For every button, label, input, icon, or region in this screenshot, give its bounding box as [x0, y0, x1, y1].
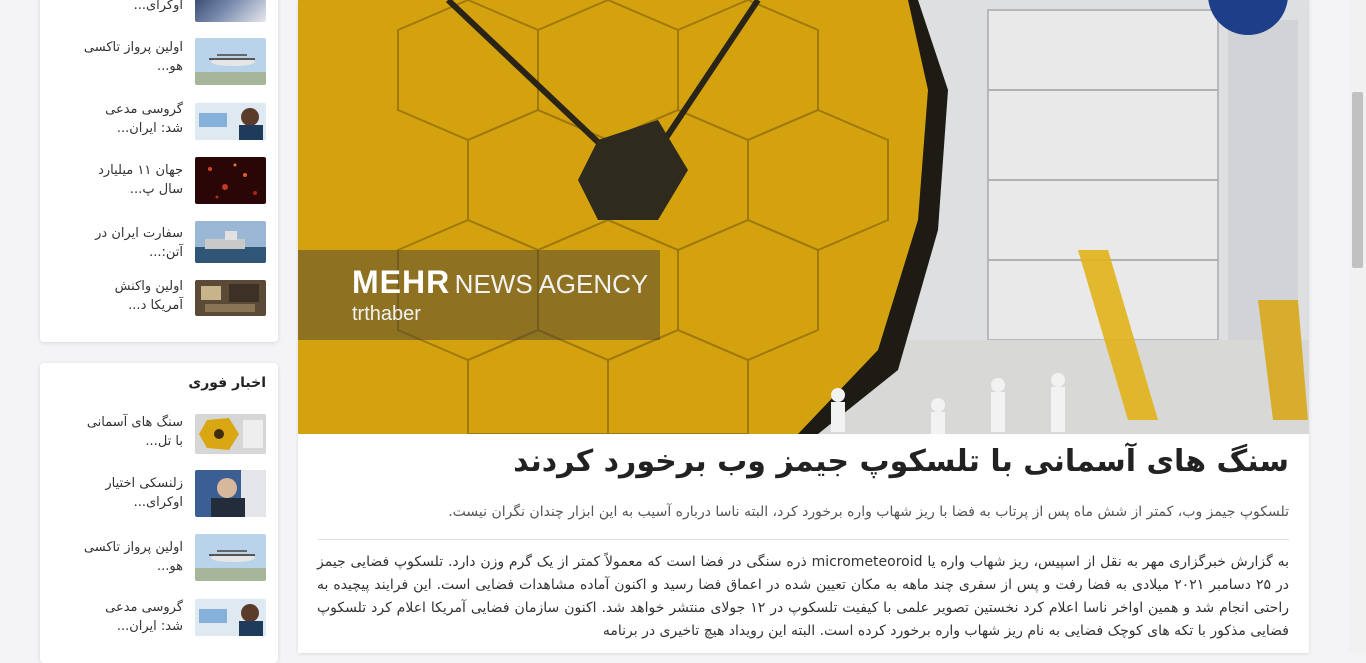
thumbnail-image[interactable] [195, 38, 266, 85]
scrollbar-thumb[interactable] [1352, 92, 1363, 268]
thumbnail-image[interactable] [195, 157, 266, 204]
page-scrollbar[interactable] [1349, 0, 1366, 653]
thumbnail-image[interactable] [195, 470, 266, 517]
list-item-title[interactable]: اوکرای... [83, 0, 183, 15]
list-item-title[interactable]: اولین واکنش آمریکا د... [83, 277, 183, 315]
thumbnail-image[interactable] [195, 534, 266, 581]
list-item-title[interactable]: سفارت ایران در آتن:... [83, 224, 183, 262]
thumbnail-image[interactable] [195, 414, 266, 454]
list-item[interactable]: جهان ۱۱ میلیارد سال پ... [40, 157, 278, 207]
list-item-title[interactable]: گروسی مدعی شد: ایران... [83, 598, 183, 636]
article-hero-image: MEHR NEWS AGENCY trthaber [298, 0, 1309, 434]
thumbnail-image[interactable] [195, 221, 266, 263]
list-item[interactable]: زلنسکی اختیار اوکرای... [40, 470, 278, 520]
list-item-title[interactable]: اولین پرواز تاکسی هو... [83, 38, 183, 76]
list-item[interactable]: گروسی مدعی شد: ایران... [40, 598, 278, 648]
watermark: MEHR NEWS AGENCY trthaber [352, 264, 648, 326]
article-body: به گزارش خبرگزاری مهر به نقل از اسپیس، ر… [317, 554, 1290, 639]
watermark-brand: MEHR [352, 264, 451, 300]
breaking-news-card: اخبار فوری سنگ های آسمانی با تل... زلنسک… [40, 363, 278, 663]
list-item[interactable]: سنگ های آسمانی با تل... [40, 413, 278, 463]
section-title: اخبار فوری [188, 375, 266, 391]
list-item-title[interactable]: گروسی مدعی شد: ایران... [83, 100, 183, 138]
thumbnail-image[interactable] [195, 103, 266, 140]
thumbnail-image[interactable] [195, 599, 266, 636]
article: MEHR NEWS AGENCY trthaber سنگ های آسمانی… [298, 0, 1309, 653]
article-lead: تلسکوپ جیمز وب، کمتر از شش ماه پس از پرت… [448, 504, 1289, 520]
watermark-source: trthaber [352, 303, 421, 325]
list-item-title[interactable]: سنگ های آسمانی با تل... [83, 413, 183, 451]
list-item[interactable]: گروسی مدعی شد: ایران... [40, 100, 278, 150]
list-item[interactable]: اولین پرواز تاکسی هو... [40, 534, 278, 584]
article-headline: سنگ های آسمانی با تلسکوپ جیمز وب برخورد … [513, 444, 1289, 479]
thumbnail-image[interactable] [195, 280, 266, 316]
related-news-card: اوکرای... اولین پرواز تاکسی هو... گروسی … [40, 0, 278, 342]
divider [318, 539, 1289, 540]
list-item-title[interactable]: زلنسکی اختیار اوکرای... [83, 474, 183, 512]
watermark-agency: NEWS AGENCY [454, 269, 649, 299]
list-item-title[interactable]: جهان ۱۱ میلیارد سال پ... [83, 161, 183, 199]
list-item-title[interactable]: اولین پرواز تاکسی هو... [83, 538, 183, 576]
list-item[interactable]: سفارت ایران در آتن:... [40, 221, 278, 271]
list-item[interactable]: اولین پرواز تاکسی هو... [40, 38, 278, 88]
list-item[interactable]: اوکرای... [40, 0, 278, 40]
list-item[interactable]: اولین واکنش آمریکا د... [40, 277, 278, 330]
thumbnail-image[interactable] [195, 0, 266, 22]
